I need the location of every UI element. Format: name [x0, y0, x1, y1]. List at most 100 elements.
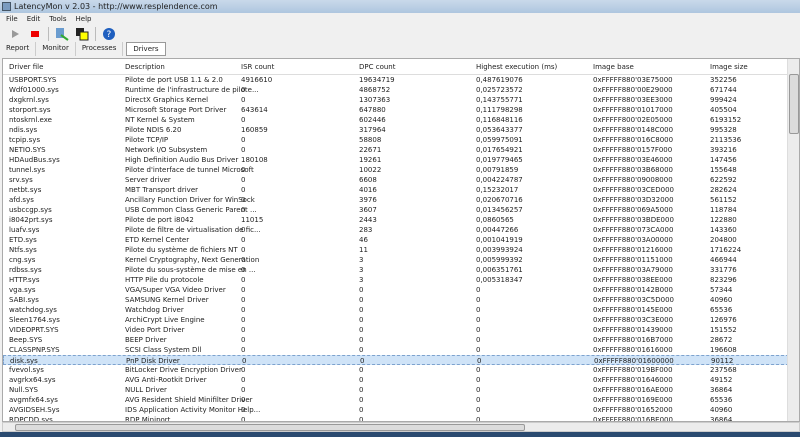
- table-row[interactable]: Sleen1764.sys ArchiCrypt Live Engine 0 0 0 0x…: [3, 315, 799, 325]
- cell-description: High Definition Audio Bus Driver: [125, 156, 239, 164]
- table-row[interactable]: SABI.sys SAMSUNG Kernel Driver 0 0 0 0xFFFFF8…: [3, 295, 799, 305]
- cell-dpc-count: 0: [359, 296, 364, 304]
- col-driver-file[interactable]: Driver file: [9, 63, 43, 71]
- cell-highest-execution: 0: [476, 316, 481, 324]
- table-row[interactable]: Ntfs.sys Pilote du système de fichiers NT…: [3, 245, 799, 255]
- table-row[interactable]: Beep.SYS BEEP Driver 0 0 0 0xFFFFF880'016B700…: [3, 335, 799, 345]
- table-row[interactable]: srv.sys Server driver 0 6608 0,004224787 0xFF…: [3, 175, 799, 185]
- table-row[interactable]: HTTP.sys HTTP Pile du protocole 0 3 0,005318…: [3, 275, 799, 285]
- cell-driver-file: srv.sys: [9, 176, 33, 184]
- menu-help[interactable]: Help: [76, 15, 92, 25]
- cell-driver-file: afd.sys: [9, 196, 34, 204]
- cell-driver-file: SABI.sys: [9, 296, 39, 304]
- cell-driver-file: Null.SYS: [9, 386, 38, 394]
- cell-isr-count: 0: [241, 276, 246, 284]
- col-image-base[interactable]: Image base: [593, 63, 634, 71]
- table-row[interactable]: ntoskrnl.exe NT Kernel & System 0 602446 0,1…: [3, 115, 799, 125]
- cell-highest-execution: 0,001041919: [476, 236, 523, 244]
- cell-driver-file: i8042prt.sys: [9, 216, 53, 224]
- cell-highest-execution: 0,005318347: [476, 276, 523, 284]
- table-row[interactable]: cng.sys Kernel Cryptography, Next Generat…: [3, 255, 799, 265]
- cell-isr-count: 11015: [241, 216, 264, 224]
- table-row[interactable]: Wdf01000.sys Runtime de l'infrastructure …: [3, 85, 799, 95]
- cell-image-base: 0xFFFFF880'03C5D000: [593, 296, 675, 304]
- table-row[interactable]: fvevol.sys BitLocker Drive Encryption Dri…: [3, 365, 799, 375]
- computer-icon[interactable]: [55, 27, 69, 41]
- table-row[interactable]: USBPORT.SYS Pilote de port USB 1.1 & 2.0 4…: [3, 75, 799, 85]
- col-highest-execution[interactable]: Highest execution (ms): [476, 63, 557, 71]
- cell-highest-execution: 0,019779465: [476, 156, 523, 164]
- table-row[interactable]: RDPCDD.sys RDP Miniport 0 0 0 0xFFFFF880'016B…: [3, 415, 799, 421]
- cell-image-size: 155648: [710, 166, 737, 174]
- table-row[interactable]: VIDEOPRT.SYS Video Port Driver 0 0 0 0xFFFFF8…: [3, 325, 799, 335]
- menu-tools[interactable]: Tools: [49, 15, 66, 25]
- table-row[interactable]: netbt.sys MBT Transport driver 0 4016 0,1523…: [3, 185, 799, 195]
- cell-description: NULL Driver: [125, 386, 167, 394]
- menu-file[interactable]: File: [6, 15, 18, 25]
- title-bar: LatencyMon v 2.03 - http://www.resplende…: [0, 0, 800, 13]
- table-row[interactable]: i8042prt.sys Pilote de port i8042 11015 244…: [3, 215, 799, 225]
- menu-bar: File Edit Tools Help: [0, 13, 800, 25]
- tab-processes[interactable]: Processes: [76, 42, 124, 56]
- toolbar-separator: [48, 26, 49, 41]
- table-row[interactable]: NETIO.SYS Network I/O Subsystem 0 22671 0,01…: [3, 145, 799, 155]
- col-image-size[interactable]: Image size: [710, 63, 748, 71]
- cell-image-base: 0xFFFFF880'03B68000: [593, 166, 673, 174]
- menu-edit[interactable]: Edit: [27, 15, 41, 25]
- cell-dpc-count: 283: [359, 226, 373, 234]
- table-row[interactable]: ETD.sys ETD Kernel Center 0 46 0,001041919 0x…: [3, 235, 799, 245]
- table-row[interactable]: Null.SYS NULL Driver 0 0 0 0xFFFFF880'016AE00…: [3, 385, 799, 395]
- cell-image-base: 0xFFFFF880'01017000: [593, 106, 673, 114]
- cell-description: Microsoft Storage Port Driver: [125, 106, 227, 114]
- play-icon[interactable]: [8, 27, 22, 41]
- table-row[interactable]: storport.sys Microsoft Storage Port Drive…: [3, 105, 799, 115]
- stop-icon[interactable]: [28, 27, 42, 41]
- table-row[interactable]: AVGIDSEH.Sys IDS Application Activity Mon…: [3, 405, 799, 415]
- cell-description: Pilote du système de fichiers NT: [125, 246, 238, 254]
- cell-image-size: 282624: [710, 186, 737, 194]
- help-icon[interactable]: ?: [102, 27, 116, 41]
- col-description[interactable]: Description: [125, 63, 165, 71]
- table-row[interactable]: avgrkx64.sys AVG Anti-Rootkit Driver 0 0 0 0x…: [3, 375, 799, 385]
- cell-driver-file: USBPORT.SYS: [9, 76, 57, 84]
- table-row[interactable]: avgmfx64.sys AVG Resident Shield Minifilt…: [3, 395, 799, 405]
- cell-driver-file: Beep.SYS: [9, 336, 43, 344]
- table-row[interactable]: dxgkrnl.sys DirectX Graphics Kernel 0 13073…: [3, 95, 799, 105]
- scroll-thumb[interactable]: [789, 74, 799, 134]
- cell-dpc-count: 6608: [359, 176, 377, 184]
- vertical-scrollbar[interactable]: [787, 59, 799, 421]
- table-row[interactable]: CLASSPNP.SYS SCSI Class System Dll 0 0 0 0xFF…: [3, 345, 799, 355]
- table-row[interactable]: tcpip.sys Pilote TCP/IP 0 58808 0,059975091 0…: [3, 135, 799, 145]
- cell-isr-count: 180108: [241, 156, 268, 164]
- tab-report[interactable]: Report: [0, 42, 37, 56]
- windows-icon[interactable]: [75, 27, 89, 41]
- table-row[interactable]: afd.sys Ancillary Function Driver for Win…: [3, 195, 799, 205]
- table-row[interactable]: vga.sys VGA/Super VGA Video Driver 0 0 0 0xFF…: [3, 285, 799, 295]
- cell-dpc-count: 0: [359, 376, 364, 384]
- window-title: LatencyMon v 2.03 - http://www.resplende…: [14, 2, 218, 11]
- col-isr-count[interactable]: ISR count: [241, 63, 274, 71]
- cell-dpc-count: 58808: [359, 136, 382, 144]
- table-row[interactable]: luafv.sys Pilote de filtre de virtualisat…: [3, 225, 799, 235]
- cell-image-size: 6193152: [710, 116, 742, 124]
- tab-drivers[interactable]: Drivers: [126, 42, 166, 56]
- cell-highest-execution: 0,004224787: [476, 176, 523, 184]
- tab-monitor[interactable]: Monitor: [36, 42, 76, 56]
- cell-image-base: 0xFFFFF880'03EE3000: [593, 96, 673, 104]
- table-row[interactable]: watchdog.sys Watchdog Driver 0 0 0 0xFFFFF880…: [3, 305, 799, 315]
- table-row[interactable]: ndis.sys Pilote NDIS 6.20 160859 317964 0,05…: [3, 125, 799, 135]
- scroll-thumb[interactable]: [15, 424, 525, 431]
- table-row[interactable]: usbccgp.sys USB Common Class Generic Pare…: [3, 205, 799, 215]
- table-row[interactable]: rdbss.sys Pilote du sous-système de mise …: [3, 265, 799, 275]
- cell-description: USB Common Class Generic Parent ...: [125, 206, 257, 214]
- cell-description: Pilote TCP/IP: [125, 136, 169, 144]
- cell-image-base: 0xFFFFF880'01646000: [593, 376, 673, 384]
- table-row[interactable]: disk.sys PnP Disk Driver 0 0 0 0xFFFFF880'016…: [3, 355, 799, 365]
- horizontal-scrollbar[interactable]: [2, 422, 800, 432]
- cell-highest-execution: 0: [476, 336, 481, 344]
- col-dpc-count[interactable]: DPC count: [359, 63, 395, 71]
- table-row[interactable]: HDAudBus.sys High Definition Audio Bus Dr…: [3, 155, 799, 165]
- cell-dpc-count: 4016: [359, 186, 377, 194]
- cell-image-base: 0xFFFFF880'03E75000: [593, 76, 673, 84]
- table-row[interactable]: tunnel.sys Pilote d'interface de tunnel M…: [3, 165, 799, 175]
